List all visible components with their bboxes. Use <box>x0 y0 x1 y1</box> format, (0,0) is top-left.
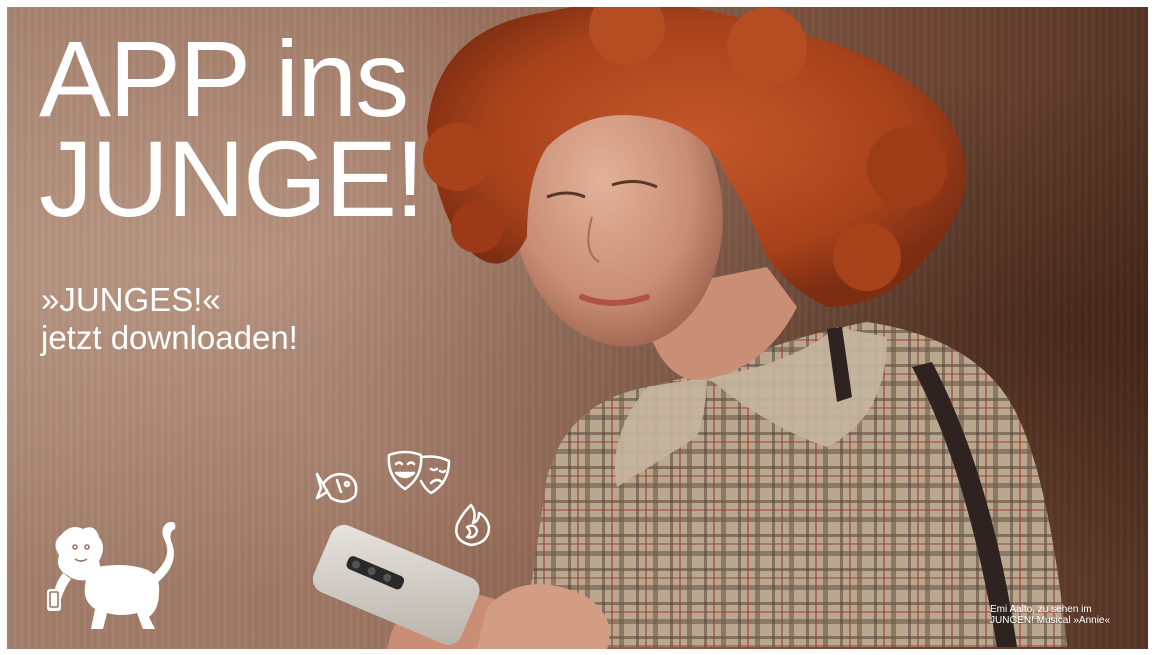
subline-line-2: jetzt downloaden! <box>41 319 298 356</box>
theater-masks-icon <box>387 450 451 495</box>
caption-line-1: Emi Aalto, zu sehen im <box>990 604 1092 615</box>
fish-icon <box>315 472 358 503</box>
caption-line-2: JUNGEN! Musical »Annie« <box>990 615 1111 626</box>
headline-line-1: APP ins <box>39 18 409 139</box>
ad-banner: APP ins JUNGE! »JUNGES!« jetzt downloade… <box>7 7 1148 649</box>
subline: »JUNGES!« jetzt downloaden! <box>41 281 298 357</box>
headline-line-2: JUNGE! <box>39 118 425 239</box>
photo-caption: Emi Aalto, zu sehen im JUNGEN! Musical »… <box>990 604 1140 626</box>
headline: APP ins JUNGE! <box>39 18 425 239</box>
lion-logo-icon <box>47 521 176 629</box>
subline-line-1: »JUNGES!« <box>41 281 221 318</box>
flame-icon <box>455 503 491 547</box>
